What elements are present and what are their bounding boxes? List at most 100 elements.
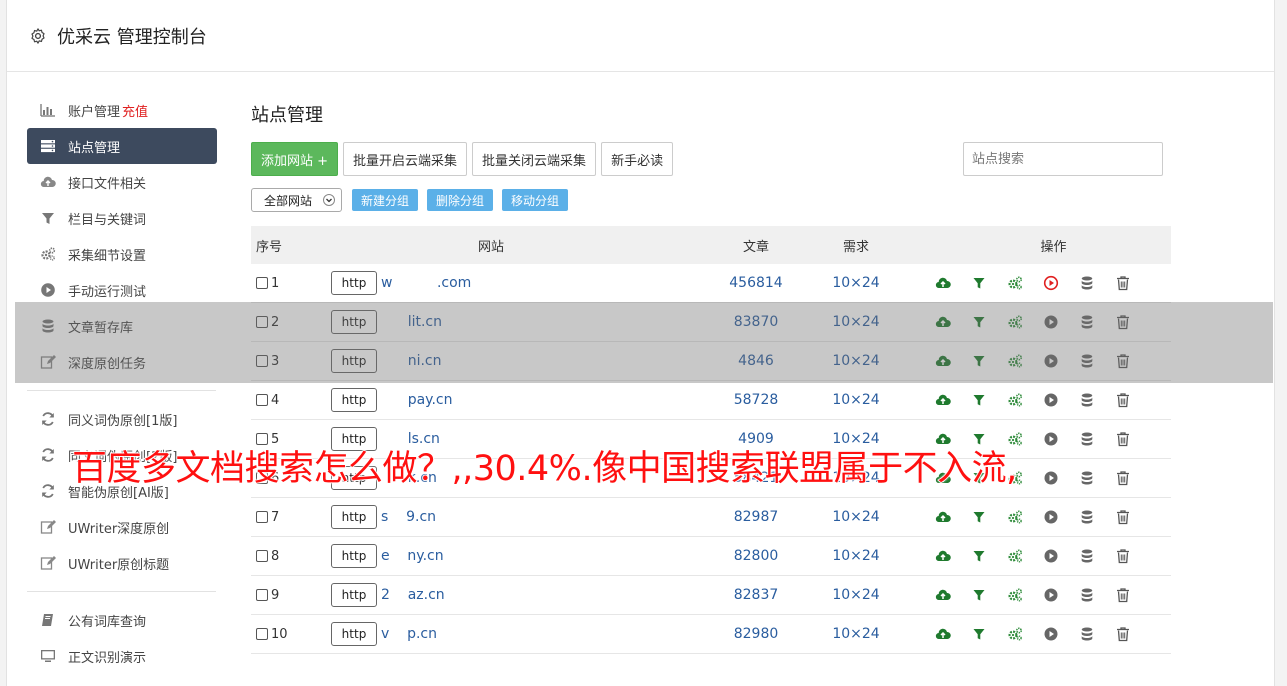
filter-icon[interactable]	[971, 548, 987, 564]
database-icon[interactable]	[1079, 509, 1095, 525]
gears-icon[interactable]	[1007, 275, 1023, 291]
article-count-link[interactable]: 58728	[711, 392, 801, 408]
sidebar-item[interactable]: UWriter深度原创	[27, 509, 217, 545]
database-icon[interactable]	[1079, 314, 1095, 330]
gears-icon[interactable]	[1007, 626, 1023, 642]
sidebar-item[interactable]: 同义词伪原创[1版]	[27, 401, 217, 437]
site-domain-link[interactable]: ni.cn	[381, 353, 442, 369]
sidebar-item[interactable]: 手动运行测试	[27, 272, 217, 308]
play-circle-icon[interactable]	[1043, 314, 1059, 330]
filter-icon[interactable]	[971, 626, 987, 642]
site-domain-link[interactable]: lit.cn	[381, 314, 442, 330]
gears-icon[interactable]	[1007, 587, 1023, 603]
http-badge[interactable]: http	[331, 583, 377, 607]
demand-link[interactable]: 10×24	[801, 548, 911, 564]
filter-icon[interactable]	[971, 587, 987, 603]
trash-icon[interactable]	[1115, 587, 1131, 603]
sidebar-item[interactable]: 账户管理 充值	[27, 92, 217, 128]
cloud-upload-icon[interactable]	[935, 587, 951, 603]
play-circle-icon[interactable]	[1043, 392, 1059, 408]
database-icon[interactable]	[1079, 353, 1095, 369]
add-site-button[interactable]: 添加网站 +	[251, 142, 339, 176]
trash-icon[interactable]	[1115, 626, 1131, 642]
cloud-upload-icon[interactable]	[935, 314, 951, 330]
database-icon[interactable]	[1079, 626, 1095, 642]
trash-icon[interactable]	[1115, 314, 1131, 330]
row-checkbox[interactable]	[256, 394, 268, 406]
database-icon[interactable]	[1079, 470, 1095, 486]
demand-link[interactable]: 10×24	[801, 392, 911, 408]
sidebar-item[interactable]: 栏目与关键词	[27, 200, 217, 236]
cloud-upload-icon[interactable]	[935, 548, 951, 564]
database-icon[interactable]	[1079, 392, 1095, 408]
delete-group-button[interactable]: 删除分组	[427, 189, 494, 211]
recharge-link[interactable]: 充值	[122, 101, 148, 120]
demand-link[interactable]: 10×24	[801, 314, 911, 330]
database-icon[interactable]	[1079, 548, 1095, 564]
article-count-link[interactable]: 82800	[711, 548, 801, 564]
new-group-button[interactable]: 新建分组	[352, 189, 419, 211]
group-select[interactable]: 全部网站	[251, 188, 342, 212]
trash-icon[interactable]	[1115, 548, 1131, 564]
cloud-upload-icon[interactable]	[935, 275, 951, 291]
row-checkbox[interactable]	[256, 589, 268, 601]
sidebar-item[interactable]: 站点管理	[27, 128, 217, 164]
move-group-button[interactable]: 移动分组	[502, 189, 569, 211]
http-badge[interactable]: http	[331, 388, 377, 412]
http-badge[interactable]: http	[331, 310, 377, 334]
cloud-upload-icon[interactable]	[935, 509, 951, 525]
demand-link[interactable]: 10×24	[801, 509, 911, 525]
site-domain-link[interactable]: 2 az.cn	[381, 587, 445, 603]
site-search-input[interactable]	[963, 142, 1163, 176]
http-badge[interactable]: http	[331, 505, 377, 529]
play-circle-icon[interactable]	[1043, 431, 1059, 447]
play-circle-icon[interactable]	[1043, 275, 1059, 291]
filter-icon[interactable]	[971, 314, 987, 330]
filter-icon[interactable]	[971, 509, 987, 525]
sidebar-item[interactable]: 文章暂存库	[27, 308, 217, 344]
gears-icon[interactable]	[1007, 314, 1023, 330]
sidebar-item[interactable]: 深度原创任务	[27, 344, 217, 380]
database-icon[interactable]	[1079, 587, 1095, 603]
sidebar-item[interactable]: 采集细节设置	[27, 236, 217, 272]
play-circle-icon[interactable]	[1043, 509, 1059, 525]
site-domain-link[interactable]: w .com	[381, 275, 471, 291]
filter-icon[interactable]	[971, 275, 987, 291]
trash-icon[interactable]	[1115, 275, 1131, 291]
play-circle-icon[interactable]	[1043, 470, 1059, 486]
database-icon[interactable]	[1079, 275, 1095, 291]
sidebar-item[interactable]: 接口文件相关	[27, 164, 217, 200]
http-badge[interactable]: http	[331, 622, 377, 646]
row-checkbox[interactable]	[256, 550, 268, 562]
guide-button[interactable]: 新手必读	[601, 142, 674, 176]
row-checkbox[interactable]	[256, 355, 268, 367]
cloud-upload-icon[interactable]	[935, 353, 951, 369]
site-domain-link[interactable]: pay.cn	[381, 392, 453, 408]
cloud-upload-icon[interactable]	[935, 392, 951, 408]
filter-icon[interactable]	[971, 353, 987, 369]
trash-icon[interactable]	[1115, 470, 1131, 486]
cloud-upload-icon[interactable]	[935, 626, 951, 642]
site-domain-link[interactable]: v p.cn	[381, 626, 437, 642]
trash-icon[interactable]	[1115, 392, 1131, 408]
demand-link[interactable]: 10×24	[801, 587, 911, 603]
site-domain-link[interactable]: s 9.cn	[381, 509, 436, 525]
gears-icon[interactable]	[1007, 392, 1023, 408]
http-badge[interactable]: http	[331, 349, 377, 373]
trash-icon[interactable]	[1115, 353, 1131, 369]
database-icon[interactable]	[1079, 431, 1095, 447]
article-count-link[interactable]: 83870	[711, 314, 801, 330]
article-count-link[interactable]: 4846	[711, 353, 801, 369]
row-checkbox[interactable]	[256, 277, 268, 289]
play-circle-icon[interactable]	[1043, 626, 1059, 642]
article-count-link[interactable]: 82980	[711, 626, 801, 642]
row-checkbox[interactable]	[256, 628, 268, 640]
filter-icon[interactable]	[971, 392, 987, 408]
article-count-link[interactable]: 82987	[711, 509, 801, 525]
article-count-link[interactable]: 456814	[711, 275, 801, 291]
site-domain-link[interactable]: e ny.cn	[381, 548, 444, 564]
row-checkbox[interactable]	[256, 316, 268, 328]
batch-open-cloud-button[interactable]: 批量开启云端采集	[343, 142, 468, 176]
trash-icon[interactable]	[1115, 431, 1131, 447]
row-checkbox[interactable]	[256, 511, 268, 523]
